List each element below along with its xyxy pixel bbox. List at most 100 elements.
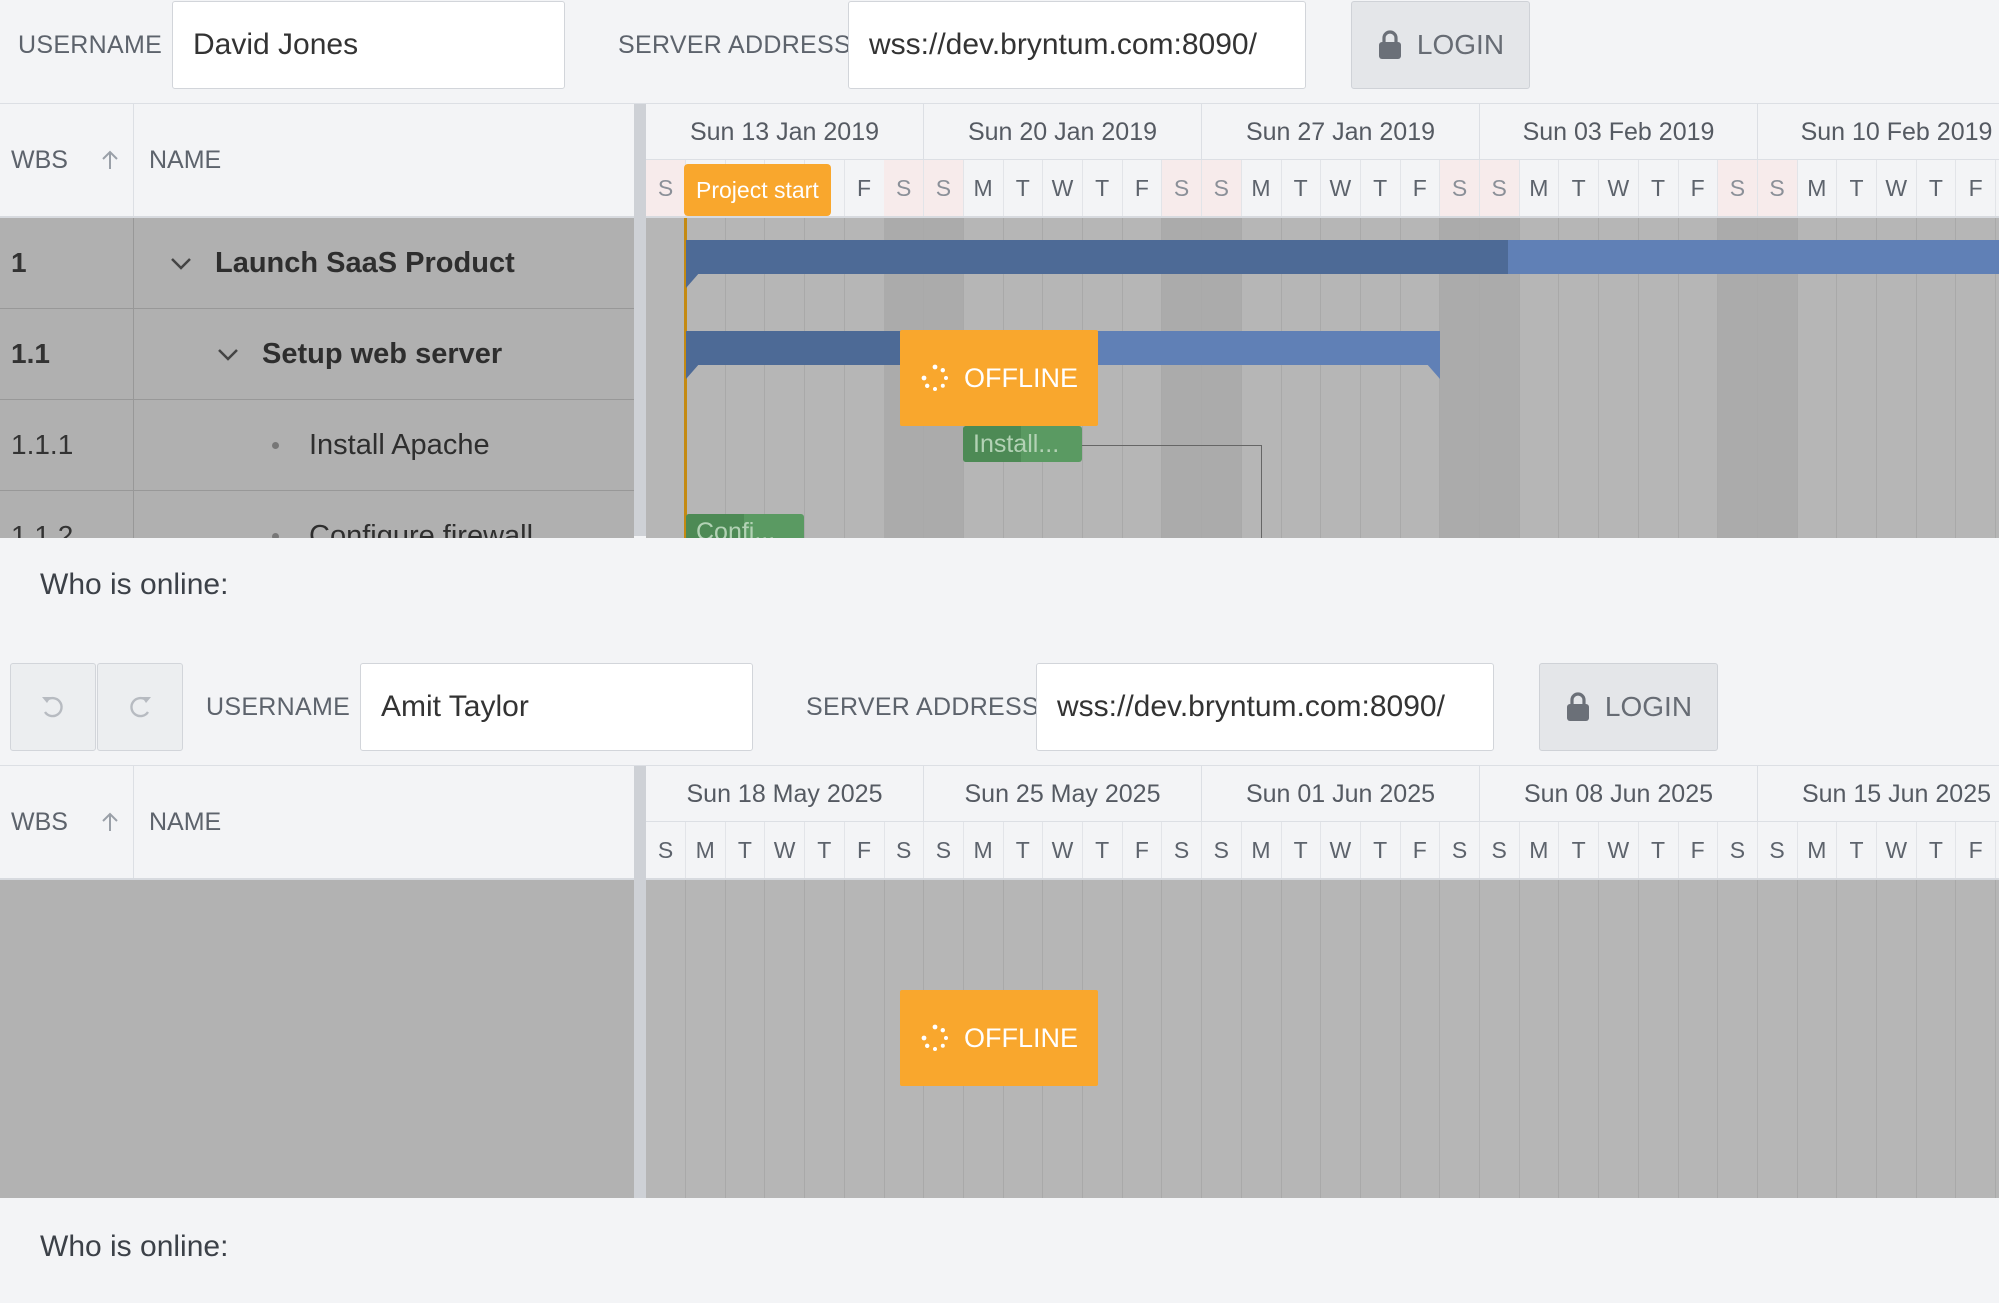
day-header: F [845, 160, 885, 216]
grid-header: WBS NAME [0, 104, 634, 218]
day-header: T [1559, 160, 1600, 216]
day-header: F [1678, 160, 1719, 216]
grid-body: 1 Launch SaaS Product 1.1 Setup web serv… [0, 218, 634, 538]
row-divider [133, 218, 134, 309]
week-header: Sun 13 Jan 2019 [646, 104, 924, 160]
lock-icon [1566, 692, 1589, 721]
offline-label: OFFLINE [963, 362, 1078, 393]
day-header: S [884, 822, 925, 878]
day-gridline [1161, 880, 1163, 1198]
day-header: F [1400, 822, 1441, 878]
table-row[interactable]: 1.1.1 Install Apache [0, 400, 634, 491]
day-header: F [1122, 160, 1163, 216]
server-address-label: SERVER ADDRESS [618, 31, 851, 59]
day-header: T [1361, 822, 1401, 878]
table-row[interactable]: 1.1.2 Configure firewall [0, 491, 634, 538]
chevron-down-icon[interactable] [214, 340, 242, 368]
day-gridline [724, 880, 726, 1198]
server-address-input[interactable]: wss://dev.bryntum.com:8090/ [1036, 663, 1494, 751]
day-header: S [923, 160, 964, 216]
spinner-icon [921, 1024, 948, 1051]
day-header: T [1916, 160, 1957, 216]
day-gridline [883, 880, 885, 1198]
table-row[interactable]: 1.1 Setup web server [0, 309, 634, 400]
day-header: T [1003, 822, 1044, 878]
day-gridline [1399, 880, 1401, 1198]
day-header: S [1479, 160, 1520, 216]
day-gridline [1240, 880, 1242, 1198]
who-is-online-label: Who is online: [40, 1230, 229, 1263]
day-header: M [1797, 160, 1838, 216]
column-header-wbs[interactable]: WBS [0, 766, 134, 878]
login-button[interactable]: LOGIN [1539, 663, 1718, 751]
username-input[interactable]: David Jones [172, 1, 565, 89]
day-header: M [1519, 160, 1560, 216]
username-input[interactable]: Amit Taylor [360, 663, 753, 751]
chevron-down-icon[interactable] [167, 249, 195, 277]
day-header: F [1678, 822, 1719, 878]
day-gridline [1359, 880, 1361, 1198]
column-header-name[interactable]: NAME [134, 766, 634, 878]
week-header: Sun 18 May 2025 [646, 766, 924, 822]
day-gridline [1756, 880, 1758, 1198]
offline-indicator: OFFLINE [900, 330, 1098, 426]
parent-task-bar-remaining[interactable] [1508, 240, 1999, 274]
task-bar-label: Confi... [696, 518, 776, 538]
week-header: Sun 01 Jun 2025 [1202, 766, 1480, 822]
day-header: T [1281, 822, 1322, 878]
login-label: LOGIN [1604, 691, 1693, 722]
dependency-line[interactable] [1082, 445, 1262, 538]
day-header: S [1480, 822, 1520, 878]
day-gridline [1876, 880, 1877, 1198]
day-gridline [1836, 880, 1838, 1198]
sort-up-icon [102, 150, 118, 169]
day-header: W [1877, 822, 1917, 878]
day-header: F [845, 822, 885, 878]
task-bar-install-apache[interactable]: Install... [963, 426, 1082, 462]
gantt-body: 1 Launch SaaS Product 1.1 Setup web serv… [0, 218, 1999, 538]
day-header: W [1043, 822, 1083, 878]
grid-header: WBS NAME [0, 766, 634, 880]
parent-task-bar[interactable] [686, 240, 1508, 274]
login-button[interactable]: LOGIN [1351, 1, 1530, 89]
table-row[interactable]: 1 Launch SaaS Product [0, 218, 634, 309]
day-gridline [764, 880, 766, 1198]
day-gridline [1796, 880, 1798, 1198]
day-gridline [1320, 880, 1322, 1198]
day-header: S [1162, 822, 1203, 878]
column-wbs-label: WBS [11, 146, 68, 174]
row-wbs: 1 [11, 247, 27, 278]
who-is-online-label: Who is online: [40, 568, 229, 601]
summary-task-bar[interactable] [686, 331, 901, 365]
day-header: F [1400, 160, 1441, 216]
day-header: S [924, 822, 964, 878]
gantt-panel-david: USERNAME David Jones SERVER ADDRESS wss:… [0, 0, 1999, 660]
day-header: T [1361, 160, 1401, 216]
row-divider [133, 491, 134, 538]
week-header: Sun 10 Feb 2019 [1758, 104, 1999, 160]
column-header-name[interactable]: NAME [134, 104, 634, 216]
day-header: S [1202, 822, 1242, 878]
task-bar-configure-firewall[interactable]: Confi... [686, 514, 804, 538]
gantt-panel-amit: USERNAME Amit Taylor SERVER ADDRESS wss:… [0, 662, 1999, 1303]
day-header: S [1757, 160, 1798, 216]
day-header: T [725, 822, 766, 878]
redo-button[interactable] [97, 663, 183, 751]
day-header: T [1837, 822, 1877, 878]
day-gridline [1717, 880, 1719, 1198]
day-gridline [1677, 880, 1679, 1198]
offline-label: OFFLINE [963, 1022, 1078, 1053]
day-header: F [1122, 822, 1163, 878]
server-address-input[interactable]: wss://dev.bryntum.com:8090/ [848, 1, 1306, 89]
leaf-bullet-icon [272, 442, 279, 449]
column-header-wbs[interactable]: WBS [0, 104, 134, 216]
spinner-icon [921, 364, 948, 391]
week-header: Sun 03 Feb 2019 [1480, 104, 1758, 160]
undo-button[interactable] [10, 663, 96, 751]
day-header: M [1519, 822, 1560, 878]
row-wbs: 1.1 [11, 338, 50, 369]
day-header: M [686, 822, 726, 878]
day-gridline [1518, 880, 1520, 1198]
lock-icon [1378, 30, 1401, 59]
day-header: F [1956, 822, 1997, 878]
